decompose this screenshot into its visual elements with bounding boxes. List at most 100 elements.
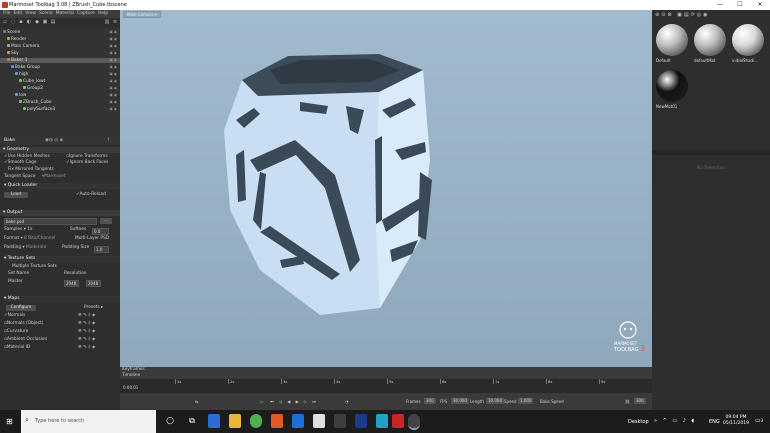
resolution-width-field[interactable]: 2048 <box>64 280 79 287</box>
menu-capture[interactable]: Capture <box>77 11 95 16</box>
visibility-icon[interactable]: ▣ ◉ <box>110 58 117 63</box>
frames-field[interactable]: 300 <box>424 398 436 404</box>
map-settings-icon[interactable]: ⚙ ✎ ⌕ ◈ <box>78 329 95 335</box>
minimize-button[interactable]: — <box>710 0 730 10</box>
section-geometry[interactable]: ▾ Geometry <box>0 147 120 153</box>
section-quick-loader[interactable]: ▾ Quick Loader <box>4 183 120 189</box>
material-swatch[interactable] <box>656 70 688 102</box>
tree-node[interactable]: Render ▣ ◉ <box>0 37 120 42</box>
format-select[interactable]: Format ▾ 8 Bits/Channel <box>4 236 55 242</box>
fix-mirrored-tangents-checkbox[interactable]: Fix Mirrored Tangents <box>8 167 54 173</box>
clock[interactable]: 09:04 PM 05/11/2019 <box>723 415 749 427</box>
material-swatch[interactable] <box>656 24 688 56</box>
notification-icon[interactable]: ▭3 <box>755 417 765 426</box>
tree-node[interactable]: Scene ▣ ◉ <box>0 30 120 35</box>
language-indicator[interactable]: ENG <box>709 419 720 425</box>
menu-edit[interactable]: Edit <box>14 11 23 16</box>
visibility-icon[interactable]: ▣ ◉ <box>110 86 117 91</box>
section-maps[interactable]: ▾ Maps <box>4 296 120 302</box>
material-swatch[interactable] <box>732 24 764 56</box>
group-icon[interactable]: ▤ <box>50 19 56 25</box>
task-view-icon[interactable]: ⧉ <box>186 414 198 428</box>
trash-icon[interactable]: ▥ <box>104 19 110 25</box>
padding-select[interactable]: Padding ▾ Moderate <box>4 245 46 251</box>
map-settings-icon[interactable]: ⚙ ✎ ⌕ ◈ <box>78 321 95 327</box>
speed-field[interactable]: 1.000 <box>518 398 534 404</box>
tree-node[interactable]: Baker 1 ▣ ◉ <box>0 58 120 63</box>
tree-node[interactable]: low ▣ ◉ <box>0 93 120 98</box>
visibility-icon[interactable]: ▣ ◉ <box>110 51 117 56</box>
material-toolbar-icons[interactable]: ⊕⊙⊗ ▣▤⟳◎◉ <box>655 12 710 18</box>
marmoset-taskbar-icon[interactable] <box>408 414 420 430</box>
close-button[interactable]: ✕ <box>750 0 770 10</box>
tree-node[interactable]: Cube_lowt ▣ ◉ <box>0 79 120 84</box>
tree-node[interactable]: Bake Group ▣ ◉ <box>0 65 120 70</box>
taskbar-app-9-icon[interactable] <box>376 414 388 428</box>
visibility-icon[interactable]: ▣ ◉ <box>110 79 117 84</box>
smooth-cage-checkbox[interactable]: ✓Smooth Cage <box>4 160 37 166</box>
visibility-icon[interactable]: ▣ ◉ <box>110 30 117 35</box>
menu-material[interactable]: Material <box>56 11 74 16</box>
end-frame-field[interactable]: 300 <box>634 398 646 404</box>
light-icon[interactable]: ◌ <box>10 19 16 25</box>
tree-node[interactable]: ZBrush_Cube ▣ ◉ <box>0 100 120 105</box>
speed-icon[interactable]: ◔ <box>345 395 349 408</box>
transport-icons[interactable]: ⏮ ◁ ◀ ▶ ▷ ⏭ <box>270 395 318 408</box>
resolution-height-field[interactable]: 2048 <box>86 280 101 287</box>
loop-icon[interactable]: ⇆ <box>195 395 198 408</box>
visibility-icon[interactable]: ▣ ◉ <box>110 37 117 42</box>
tree-node[interactable]: Sky ▣ ◉ <box>0 51 120 56</box>
taskbar-app-5-icon[interactable] <box>292 414 304 428</box>
map-row[interactable]: ✓Normals <box>4 313 25 319</box>
multi-layer-checkbox[interactable]: Multi-Layer PSD <box>75 236 109 242</box>
desktop-toolbar-label[interactable]: Desktop <box>628 419 649 425</box>
start-button[interactable]: ⊞ <box>6 417 15 426</box>
softness-field[interactable]: 0.0 <box>92 228 109 235</box>
map-row[interactable]: ▫Curvature <box>4 329 28 335</box>
tree-node[interactable]: high ▣ ◉ <box>0 72 120 77</box>
mesh-icon[interactable]: ◆ <box>34 19 40 25</box>
cortana-icon[interactable]: ○ <box>164 414 176 428</box>
length-field[interactable]: 10.000 <box>486 398 504 404</box>
taskbar-app-10-icon[interactable] <box>392 414 404 428</box>
menu-scene[interactable]: Scene <box>39 11 53 16</box>
map-settings-icon[interactable]: ⚙ ✎ ⌕ ◈ <box>78 345 95 351</box>
visibility-icon[interactable]: ▣ ◉ <box>110 72 117 77</box>
baker-icon[interactable]: ▣ <box>42 19 48 25</box>
help-icon[interactable]: ? <box>107 138 109 144</box>
padding-size-field[interactable]: 1.0 <box>94 246 109 253</box>
load-button[interactable]: Load <box>4 192 28 198</box>
tangent-space-select[interactable]: ▾Marmoset <box>42 174 66 180</box>
search-box[interactable]: ⌕ Type here to search <box>21 410 156 433</box>
tray-icons[interactable]: » ^ ▭ ♪ ◖ <box>654 418 696 424</box>
map-row[interactable]: ▫Ambient Occlusion <box>4 337 47 343</box>
camera-icon[interactable]: ▪ <box>18 19 24 25</box>
visibility-icon[interactable]: ▣ ◉ <box>110 65 117 70</box>
bake-speed-checkbox[interactable]: Bake Speed <box>540 395 564 408</box>
configure-button[interactable]: Configure <box>6 305 36 311</box>
map-row[interactable]: ▫Material ID <box>4 345 30 351</box>
map-settings-icon[interactable]: ⚙ ✎ ⌕ ◈ <box>78 313 95 319</box>
tree-node[interactable]: polySurface3 ▣ ◉ <box>0 107 120 112</box>
menu-help[interactable]: Help <box>98 11 108 16</box>
ignore-back-faces-checkbox[interactable]: ✓Ignore Back Faces <box>66 160 108 166</box>
fps-field[interactable]: 30.000 <box>451 398 469 404</box>
taskbar-app-7-icon[interactable] <box>334 414 346 428</box>
panel-menu-icon[interactable]: ≡ <box>112 19 118 25</box>
section-texture-sets[interactable]: ▾ Texture Sets <box>4 256 120 262</box>
timeline-ruler[interactable]: 0:00.01 1s 2s 3s 4s 5s 6s 7s 8s 9s <box>120 379 652 393</box>
presets-menu[interactable]: Presets ▸ <box>84 305 103 311</box>
menu-file[interactable]: File <box>3 11 11 16</box>
map-settings-icon[interactable]: ⚙ ✎ ⌕ ◈ <box>78 337 95 343</box>
tree-node[interactable]: Group2 ▣ ◉ <box>0 86 120 91</box>
section-output[interactable]: ▾ Output <box>0 210 120 216</box>
record-icon[interactable]: ▭ <box>260 395 264 408</box>
mail-icon[interactable] <box>313 414 325 428</box>
multiple-texture-sets-checkbox[interactable]: Multiple Texture Sets <box>12 264 57 270</box>
taskbar-app-1-icon[interactable] <box>208 414 220 428</box>
auto-reload-checkbox[interactable]: ✓Auto-Reload <box>76 192 106 198</box>
tree-node[interactable]: Main Camera ▣ ◉ <box>0 44 120 49</box>
visibility-icon[interactable]: ▣ ◉ <box>110 100 117 105</box>
menu-view[interactable]: View <box>25 11 36 16</box>
output-file-field[interactable]: bake.psd <box>4 218 97 225</box>
